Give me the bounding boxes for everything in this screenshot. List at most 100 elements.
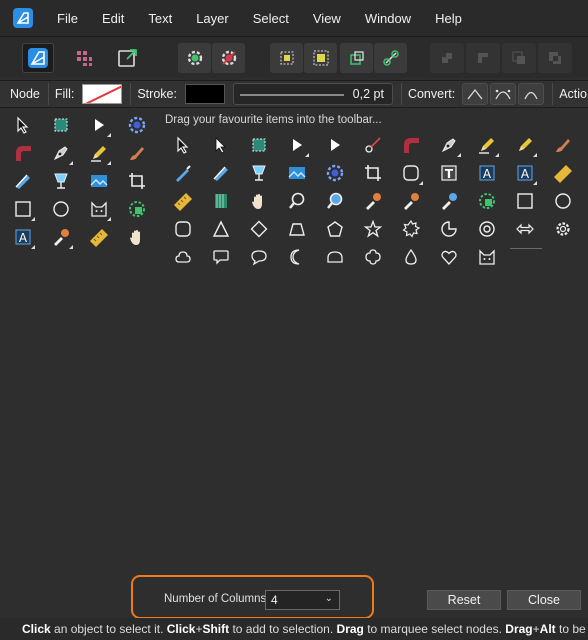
triangle-tool-icon[interactable] (208, 216, 234, 242)
menu-text[interactable]: Text (148, 11, 172, 26)
contour-tool-icon[interactable] (124, 112, 150, 138)
node-tool-icon[interactable] (284, 132, 310, 158)
frame-text-tool-icon[interactable]: T (436, 160, 462, 186)
rectangle-tool-icon[interactable] (512, 188, 538, 214)
pencil-tool-icon-alt[interactable] (512, 132, 538, 158)
transform-origin-icon[interactable] (340, 43, 373, 73)
callout-rounded-rect-tool-icon[interactable] (208, 244, 234, 270)
heart-tool-icon[interactable] (436, 244, 462, 270)
transparency-tool-icon[interactable] (246, 160, 272, 186)
menu-help[interactable]: Help (435, 11, 462, 26)
area-tool-icon[interactable] (208, 188, 234, 214)
select-bounding-box-icon[interactable] (270, 43, 303, 73)
number-of-columns-select[interactable]: 4 ⌄ (265, 590, 340, 610)
crescent-tool-icon[interactable] (284, 244, 310, 270)
convert-sharp-icon[interactable] (462, 83, 489, 105)
star-tool-icon[interactable] (360, 216, 386, 242)
crop-tool-icon[interactable] (124, 168, 150, 194)
table-text-tool-icon[interactable]: A (512, 160, 538, 186)
color-picker-tool-icon[interactable] (360, 188, 386, 214)
point-transform-tool-icon[interactable] (322, 132, 348, 158)
donut-tool-icon[interactable] (474, 216, 500, 242)
convert-smooth-icon[interactable] (490, 83, 517, 105)
separator-item[interactable] (510, 248, 542, 249)
menu-view[interactable]: View (313, 11, 341, 26)
menu-edit[interactable]: Edit (102, 11, 124, 26)
snapping-gear-icon[interactable] (178, 43, 211, 73)
corner-tool-icon[interactable] (10, 140, 36, 166)
zoom-in-tool-icon[interactable] (322, 188, 348, 214)
eyedropper-tool-icon[interactable] (436, 188, 462, 214)
rotate-handles-icon[interactable] (374, 43, 407, 73)
style-picker-tool-icon[interactable] (398, 188, 424, 214)
rounded-rectangle-shape-icon[interactable] (170, 216, 196, 242)
boolean-xor-icon[interactable] (538, 43, 572, 73)
contour-tool-icon[interactable] (322, 160, 348, 186)
pencil-tool-icon[interactable] (86, 140, 112, 166)
node-tool-icon[interactable] (86, 112, 112, 138)
cog-shape-tool-icon[interactable] (398, 216, 424, 242)
knife-tool-icon[interactable] (360, 132, 386, 158)
pencil-tool-icon[interactable] (474, 132, 500, 158)
cat-shape-tool-icon[interactable] (474, 244, 500, 270)
convert-smart-icon[interactable] (518, 83, 545, 105)
double-arrow-tool-icon[interactable] (512, 216, 538, 242)
export-persona-icon[interactable] (112, 43, 144, 73)
segment-tool-icon[interactable] (322, 244, 348, 270)
vector-brush-tool-icon[interactable] (124, 140, 150, 166)
boolean-intersect-icon[interactable] (502, 43, 536, 73)
measure-tool-icon[interactable] (86, 224, 112, 250)
vector-brush-tool-icon[interactable] (550, 132, 576, 158)
close-button[interactable]: Close (507, 590, 581, 610)
pen-tool-icon[interactable] (436, 132, 462, 158)
zoom-tool-icon[interactable] (284, 188, 310, 214)
polygon-tool-icon[interactable] (322, 216, 348, 242)
diamond-tool-icon[interactable] (246, 216, 272, 242)
stroke-width-slider[interactable]: 0,2 pt (232, 83, 393, 105)
boolean-subtract-icon[interactable] (466, 43, 500, 73)
fill-tool-icon[interactable] (208, 160, 234, 186)
corner-tool-icon[interactable] (398, 132, 424, 158)
callout-ellipse-tool-icon[interactable] (246, 244, 272, 270)
cog-tool-icon[interactable] (550, 216, 576, 242)
measure-tool-icon[interactable] (170, 188, 196, 214)
view-hand-tool-icon[interactable] (124, 224, 150, 250)
menu-layer[interactable]: Layer (196, 11, 229, 26)
select-object-icon[interactable] (304, 43, 337, 73)
pie-tool-icon[interactable] (436, 216, 462, 242)
fill-tool-icon[interactable] (10, 168, 36, 194)
pixel-persona-icon[interactable] (70, 43, 98, 73)
fill-swatch[interactable] (82, 84, 123, 104)
move-tool-icon[interactable] (170, 132, 196, 158)
transparency-tool-icon[interactable] (48, 168, 74, 194)
cat-shape-tool-icon[interactable] (86, 196, 112, 222)
affinity-designer-logo-icon[interactable] (13, 8, 33, 28)
crop-tool-icon[interactable] (360, 160, 386, 186)
paint-brush-tool-icon[interactable] (170, 160, 196, 186)
cloud-tool-icon[interactable] (170, 244, 196, 270)
pen-tool-icon[interactable] (48, 140, 74, 166)
reset-button[interactable]: Reset (427, 590, 501, 610)
tear-tool-icon[interactable] (398, 244, 424, 270)
trapezoid-tool-icon[interactable] (284, 216, 310, 242)
rounded-rectangle-tool-icon[interactable] (398, 160, 424, 186)
move-tool-icon[interactable] (10, 112, 36, 138)
ruler-tool-icon[interactable] (550, 160, 576, 186)
flood-select-tool-icon[interactable] (124, 196, 150, 222)
move-tool-icon-alt[interactable] (208, 132, 234, 158)
place-image-tool-icon[interactable] (284, 160, 310, 186)
designer-persona-icon[interactable] (22, 43, 54, 73)
artistic-text-tool-icon[interactable]: A (474, 160, 500, 186)
menu-window[interactable]: Window (365, 11, 411, 26)
menu-select[interactable]: Select (253, 11, 289, 26)
ellipse-tool-icon[interactable] (48, 196, 74, 222)
artboard-tool-icon[interactable] (48, 112, 74, 138)
tear-cloud-tool-icon[interactable] (360, 244, 386, 270)
menu-file[interactable]: File (57, 11, 78, 26)
view-hand-tool-icon[interactable] (246, 188, 272, 214)
rectangle-tool-icon[interactable] (10, 196, 36, 222)
color-picker-tool-icon[interactable] (48, 224, 74, 250)
place-image-tool-icon[interactable] (86, 168, 112, 194)
boolean-add-icon[interactable] (430, 43, 464, 73)
ellipse-tool-icon[interactable] (550, 188, 576, 214)
